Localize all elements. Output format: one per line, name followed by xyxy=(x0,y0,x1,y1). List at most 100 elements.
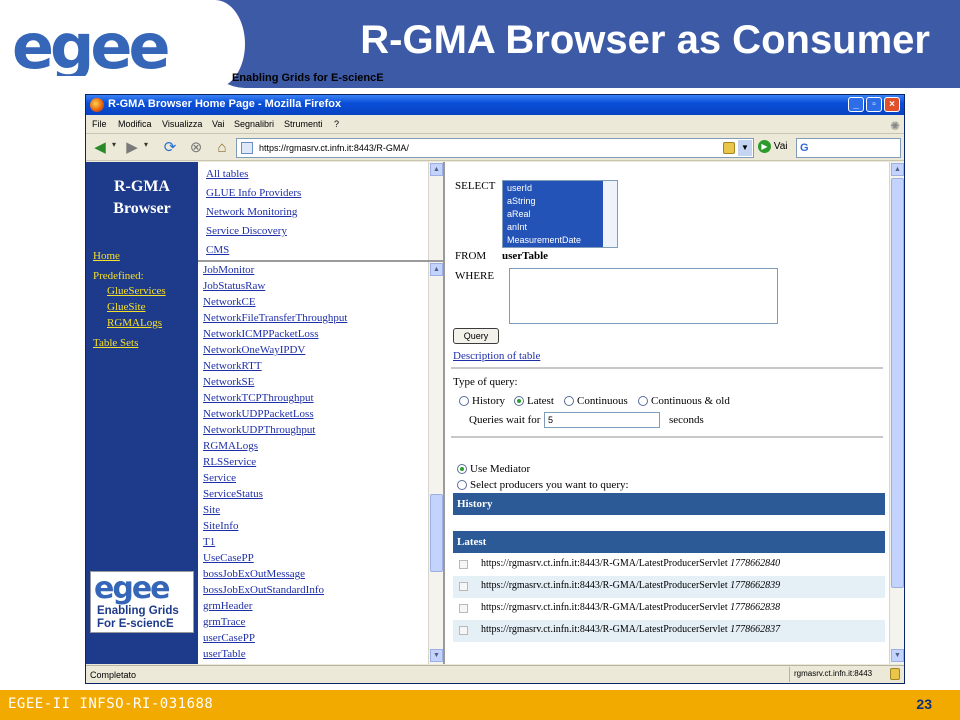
select-scrollbar[interactable] xyxy=(603,181,617,247)
radio-use-mediator[interactable] xyxy=(457,464,467,474)
table-link[interactable]: UseCasePP xyxy=(203,552,254,564)
table-link[interactable]: userCasePP xyxy=(203,632,255,644)
search-box[interactable]: G xyxy=(796,138,901,158)
nav-home-link[interactable]: Home xyxy=(93,250,120,262)
scroll-up-icon[interactable]: ▲ xyxy=(430,263,443,276)
table-link[interactable]: grmHeader xyxy=(203,600,252,612)
table-link[interactable]: JobMonitor xyxy=(203,264,254,276)
table-link[interactable]: NetworkTCPThroughput xyxy=(203,392,314,404)
stop-icon[interactable]: ⊗ xyxy=(186,138,206,158)
table-set-frame: All tables GLUE Info Providers Network M… xyxy=(198,162,445,260)
scroll-up-icon[interactable]: ▲ xyxy=(430,163,443,176)
producer-checkbox[interactable] xyxy=(459,582,468,591)
link-all-tables[interactable]: All tables xyxy=(206,168,248,180)
table-link[interactable]: NetworkFileTransferThroughput xyxy=(203,312,347,324)
table-link[interactable]: ServiceStatus xyxy=(203,488,263,500)
table-link[interactable]: T1 xyxy=(203,536,215,548)
radio-select-producers[interactable] xyxy=(457,480,467,490)
url-dropdown-icon[interactable]: ▼ xyxy=(738,140,752,156)
radio-continuous-old[interactable] xyxy=(638,396,648,406)
producer-checkbox[interactable] xyxy=(459,560,468,569)
column-option[interactable]: userId xyxy=(507,183,532,193)
table-link[interactable]: Service xyxy=(203,472,236,484)
table-link[interactable]: JobStatusRaw xyxy=(203,280,265,292)
select-columns-list[interactable]: userId aString aReal anInt MeasurementDa… xyxy=(502,180,618,248)
radio-latest[interactable] xyxy=(514,396,524,406)
table-link[interactable]: SiteInfo xyxy=(203,520,238,532)
query-button[interactable]: Query xyxy=(453,328,499,344)
maximize-button[interactable]: ▫ xyxy=(866,97,882,112)
back-arrow-icon[interactable]: ◀ xyxy=(90,138,110,158)
divider xyxy=(451,436,883,438)
forward-arrow-icon[interactable]: ▶ xyxy=(122,138,142,158)
queries-wait-input[interactable] xyxy=(544,412,660,428)
link-service-discovery[interactable]: Service Discovery xyxy=(206,225,287,237)
description-of-table-link[interactable]: Description of table xyxy=(453,350,540,362)
scroll-down-icon[interactable]: ▼ xyxy=(891,649,904,662)
column-option[interactable]: anInt xyxy=(507,222,527,232)
table-link[interactable]: NetworkRTT xyxy=(203,360,262,372)
table-link[interactable]: Site xyxy=(203,504,220,516)
browser-window: R-GMA Browser Home Page - Mozilla Firefo… xyxy=(85,94,905,684)
table-link[interactable]: bossJobExOutMessage xyxy=(203,568,305,580)
table-link[interactable]: RGMALogs xyxy=(203,440,258,452)
radio-history[interactable] xyxy=(459,396,469,406)
home-icon[interactable]: ⌂ xyxy=(212,138,232,158)
minimize-button[interactable]: _ xyxy=(848,97,864,112)
menu-visualizza[interactable]: Visualizza xyxy=(162,119,202,129)
table-link[interactable]: NetworkUDPPacketLoss xyxy=(203,408,314,420)
status-bar: Completato rgmasrv.ct.infn.it:8443 xyxy=(86,665,904,683)
nav-gluesite-link[interactable]: GlueSite xyxy=(107,301,146,313)
table-link[interactable]: bossJobExOutStandardInfo xyxy=(203,584,324,596)
menu-vai[interactable]: Vai xyxy=(212,119,224,129)
where-textarea[interactable] xyxy=(509,268,778,324)
menu-modifica[interactable]: Modifica xyxy=(118,119,152,129)
nav-rgmalogs-link[interactable]: RGMALogs xyxy=(107,317,162,329)
url-text[interactable]: https://rgmasrv.ct.infn.it:8443/R-GMA/ xyxy=(259,143,409,153)
column-option[interactable]: aString xyxy=(507,196,536,206)
table-link[interactable]: NetworkUDPThroughput xyxy=(203,424,315,436)
slide-footer: EGEE-II INFSO-RI-031688 23 xyxy=(0,690,960,720)
back-dropdown-icon[interactable]: ▾ xyxy=(112,140,116,149)
scroll-thumb[interactable] xyxy=(430,494,443,572)
scroll-thumb[interactable] xyxy=(891,178,904,588)
close-button[interactable]: × xyxy=(884,97,900,112)
link-cms[interactable]: CMS xyxy=(206,244,229,256)
table-link[interactable]: grmTrace xyxy=(203,616,245,628)
forward-dropdown-icon[interactable]: ▾ xyxy=(144,140,148,149)
secure-lock-icon[interactable] xyxy=(890,668,900,680)
go-button[interactable]: ▶ Vai xyxy=(758,140,788,153)
table-link[interactable]: NetworkCE xyxy=(203,296,256,308)
latest-section-header: Latest xyxy=(453,531,885,553)
menu-bar: File Modifica Visualizza Vai Segnalibri … xyxy=(86,115,904,133)
scroll-up-icon[interactable]: ▲ xyxy=(891,163,904,176)
table-link[interactable]: userTable xyxy=(203,648,246,660)
reload-icon[interactable]: ⟳ xyxy=(160,138,180,158)
producer-row: https://rgmasrv.ct.infn.it:8443/R-GMA/La… xyxy=(453,554,885,576)
table-link[interactable]: NetworkOneWayIPDV xyxy=(203,344,305,356)
page-scrollbar[interactable]: ▲ ▼ xyxy=(889,162,904,664)
window-titlebar[interactable]: R-GMA Browser Home Page - Mozilla Firefo… xyxy=(86,95,904,115)
table-link[interactable]: NetworkICMPPacketLoss xyxy=(203,328,319,340)
nav-tablesets-link[interactable]: Table Sets xyxy=(93,337,138,349)
small-logo-word: egee xyxy=(94,572,169,606)
url-bar[interactable]: https://rgmasrv.ct.infn.it:8443/R-GMA/ ▼ xyxy=(236,138,754,158)
column-option[interactable]: MeasurementDate xyxy=(507,235,581,245)
column-option[interactable]: aReal xyxy=(507,209,531,219)
scroll-down-icon[interactable]: ▼ xyxy=(430,649,443,662)
producer-checkbox[interactable] xyxy=(459,626,468,635)
table-list-scrollbar[interactable]: ▲ ▼ xyxy=(428,262,443,664)
menu-help[interactable]: ? xyxy=(334,119,339,129)
menu-strumenti[interactable]: Strumenti xyxy=(284,119,323,129)
menu-segnalibri[interactable]: Segnalibri xyxy=(234,119,274,129)
link-glue-info-providers[interactable]: GLUE Info Providers xyxy=(206,187,301,199)
table-link[interactable]: RLSService xyxy=(203,456,256,468)
menu-file[interactable]: File xyxy=(92,119,107,129)
status-host: rgmasrv.ct.infn.it:8443 xyxy=(789,667,876,682)
link-network-monitoring[interactable]: Network Monitoring xyxy=(206,206,297,218)
radio-continuous[interactable] xyxy=(564,396,574,406)
top-frame-scrollbar[interactable]: ▲ xyxy=(428,162,443,260)
producer-checkbox[interactable] xyxy=(459,604,468,613)
nav-glueservices-link[interactable]: GlueServices xyxy=(107,285,166,297)
table-link[interactable]: NetworkSE xyxy=(203,376,254,388)
